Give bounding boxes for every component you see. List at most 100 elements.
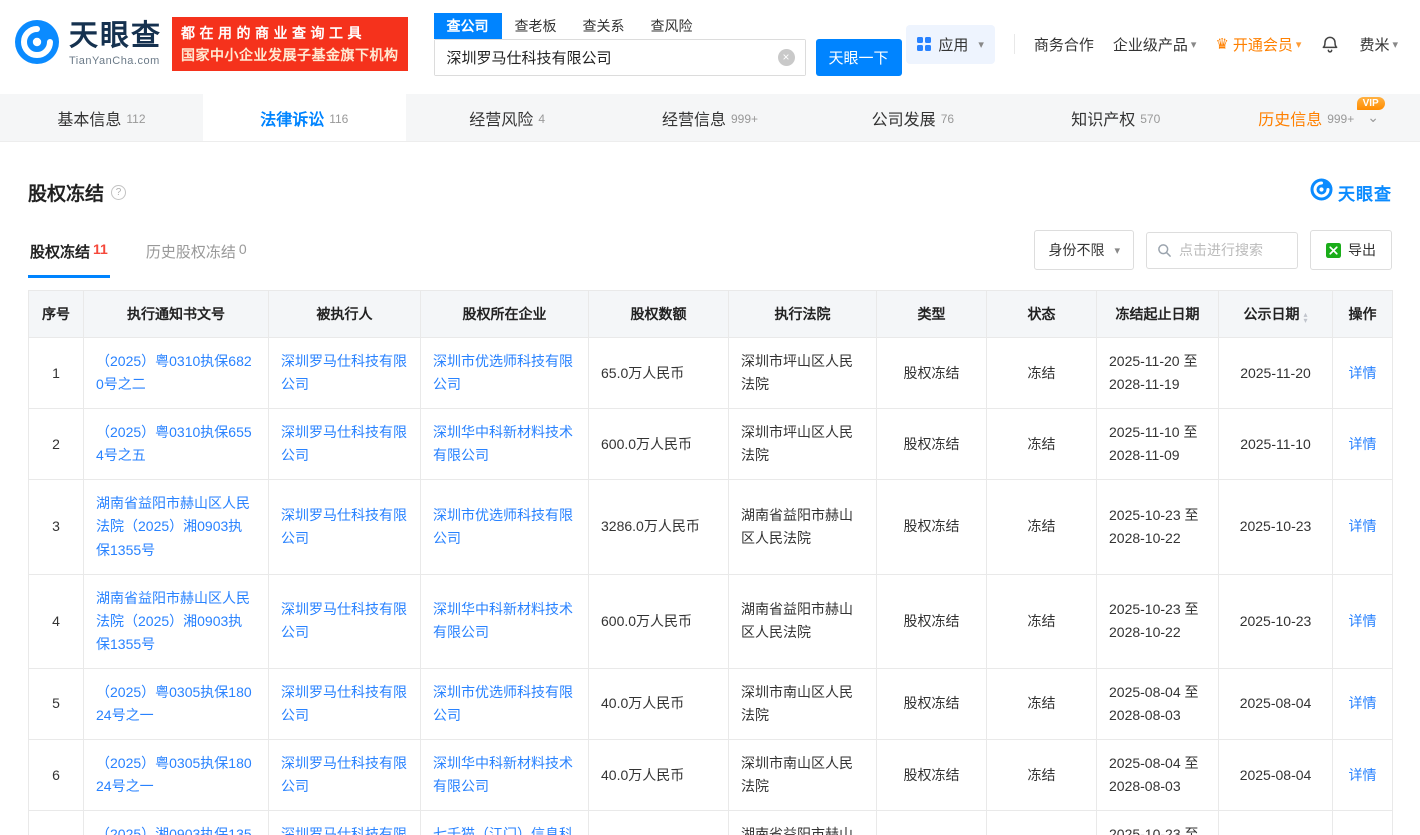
equity-company-link[interactable]: 深圳华中科新材料技术有限公司 <box>433 755 573 794</box>
equity-company-link[interactable]: 深圳华中科新材料技术有限公司 <box>433 424 573 463</box>
detail-link[interactable]: 详情 <box>1349 518 1377 534</box>
apps-menu[interactable]: 应用 ▾ <box>906 25 995 64</box>
nav-business-cooperation[interactable]: 商务合作 <box>1034 34 1094 55</box>
notice-number-link[interactable]: （2025）湘0903执保1355号 <box>96 826 252 835</box>
freeze-status: 冻结 <box>987 338 1097 409</box>
tianyancha-logo[interactable]: 天眼查 TianYanCha.com <box>14 19 162 70</box>
detail-link[interactable]: 详情 <box>1349 365 1377 381</box>
search-area: 查公司查老板查关系查风险 × 天眼一下 <box>434 13 902 76</box>
equity-freeze-table: 序号执行通知书文号被执行人股权所在企业股权数额执行法院类型状态冻结起止日期公示日… <box>28 290 1393 835</box>
column-header: 执行通知书文号 <box>84 291 269 338</box>
publish-date: 2025-08-04 <box>1219 740 1333 811</box>
notice-number-link[interactable]: （2025）粤0305执保18024号之一 <box>96 684 252 723</box>
notice-number-link[interactable]: 湖南省益阳市赫山区人民法院（2025）湘0903执保1355号 <box>96 590 250 652</box>
search-tab[interactable]: 查关系 <box>570 13 638 39</box>
bell-icon[interactable] <box>1320 34 1340 54</box>
export-button[interactable]: 导出 <box>1310 230 1392 270</box>
court-name: 深圳市坪山区人民法院 <box>729 338 877 409</box>
freeze-status: 冻结 <box>987 409 1097 480</box>
detail-link[interactable]: 详情 <box>1349 436 1377 452</box>
search-button[interactable]: 天眼一下 <box>816 39 902 76</box>
freeze-subtabs: 股权冻结11 历史股权冻结0 <box>28 233 249 278</box>
court-name: 湖南省益阳市赫山区人民法院 <box>729 574 877 668</box>
executed-party-link[interactable]: 深圳罗马仕科技有限公司 <box>281 826 407 835</box>
table-row: 6 （2025）粤0305执保18024号之一深圳罗马仕科技有限公司深圳华中科新材… <box>29 740 1393 811</box>
main-tab[interactable]: 经营信息999+ <box>609 94 812 141</box>
detail-link[interactable]: 详情 <box>1349 613 1377 629</box>
main-tab[interactable]: 经营风险4 <box>406 94 609 141</box>
nav-open-vip[interactable]: ♛ 开通会员 ▾ <box>1215 34 1301 55</box>
username-label: 费米 <box>1359 34 1389 55</box>
table-controls: 身份不限 ▾ 导出 <box>1034 230 1392 278</box>
identity-filter-dropdown[interactable]: 身份不限 ▾ <box>1034 230 1134 270</box>
search-tab[interactable]: 查公司 <box>434 13 502 39</box>
table-cell: 深圳罗马仕科技有限公司 <box>269 480 421 574</box>
executed-party-link[interactable]: 深圳罗马仕科技有限公司 <box>281 755 407 794</box>
row-index: 5 <box>29 668 84 739</box>
equity-amount: 40.0万人民币 <box>589 740 729 811</box>
main-tab[interactable]: 知识产权570 <box>1014 94 1217 141</box>
sort-icon[interactable]: ▴▾ <box>1303 312 1307 324</box>
main-tab[interactable]: 法律诉讼116 <box>203 94 406 141</box>
notice-number-link[interactable]: （2025）粤0310执保6820号之二 <box>96 353 252 392</box>
table-search-box[interactable] <box>1146 232 1298 269</box>
equity-amount: 65.0万人民币 <box>589 338 729 409</box>
table-cell: 详情 <box>1333 480 1393 574</box>
main-tab-count: 570 <box>1140 112 1160 126</box>
equity-company-link[interactable]: 深圳市优选师科技有限公司 <box>433 353 573 392</box>
executed-party-link[interactable]: 深圳罗马仕科技有限公司 <box>281 507 407 546</box>
freeze-status: 冻结 <box>987 574 1097 668</box>
table-cell: 深圳罗马仕科技有限公司 <box>269 338 421 409</box>
executed-party-link[interactable]: 深圳罗马仕科技有限公司 <box>281 424 407 463</box>
subtab-label: 历史股权冻结 <box>146 241 236 265</box>
clear-icon[interactable]: × <box>778 49 795 66</box>
chevron-down-icon: ▾ <box>1114 244 1120 257</box>
column-header: 股权数额 <box>589 291 729 338</box>
table-row: 7 （2025）湘0903执保1355号 深圳罗马仕科技有限公司 七千猫（江门）信息科… <box>29 811 1393 835</box>
detail-link[interactable]: 详情 <box>1349 695 1377 711</box>
apps-grid-icon <box>917 37 931 51</box>
table-row: 3湖南省益阳市赫山区人民法院（2025）湘0903执保1355号深圳罗马仕科技有… <box>29 480 1393 574</box>
notice-number-link[interactable]: （2025）粤0310执保6554号之五 <box>96 424 252 463</box>
main-tab-bar: 基本信息112法律诉讼116经营风险4经营信息999+公司发展76知识产权570… <box>0 94 1420 142</box>
column-header: 状态 <box>987 291 1097 338</box>
subtab-count: 11 <box>93 241 108 262</box>
user-menu[interactable]: 费米 ▾ <box>1359 34 1398 55</box>
search-input[interactable] <box>435 40 805 75</box>
notice-number-link[interactable]: 湖南省益阳市赫山区人民法院（2025）湘0903执保1355号 <box>96 495 250 557</box>
equity-company-link[interactable]: 深圳市优选师科技有限公司 <box>433 507 573 546</box>
equity-company-link[interactable]: 深圳华中科新材料技术有限公司 <box>433 601 573 640</box>
executed-party-link[interactable]: 深圳罗马仕科技有限公司 <box>281 684 407 723</box>
main-tab[interactable]: 历史信息999+VIP⌄ <box>1217 94 1420 141</box>
vip-badge: VIP <box>1357 97 1385 110</box>
executed-party-link[interactable]: 深圳罗马仕科技有限公司 <box>281 601 407 640</box>
freeze-type: 股权冻结 <box>877 668 987 739</box>
subtab[interactable]: 股权冻结11 <box>28 233 110 278</box>
publish-date: 2025-10-23 <box>1219 480 1333 574</box>
subtab-label: 股权冻结 <box>30 241 90 262</box>
table-row: 5 （2025）粤0305执保18024号之一深圳罗马仕科技有限公司深圳市优选师科… <box>29 668 1393 739</box>
table-search-input[interactable] <box>1179 242 1287 258</box>
tianyancha-logo-icon <box>1310 178 1333 206</box>
detail-link[interactable]: 详情 <box>1349 767 1377 783</box>
equity-company-link[interactable]: 七千猫（江门）信息科技有限公司 <box>433 826 573 835</box>
main-tab[interactable]: 基本信息112 <box>0 94 203 141</box>
search-tab[interactable]: 查老板 <box>502 13 570 39</box>
search-tab[interactable]: 查风险 <box>638 13 706 39</box>
equity-company-link[interactable]: 深圳市优选师科技有限公司 <box>433 684 573 723</box>
publish-date: - <box>1219 811 1333 835</box>
table-row: 1（2025）粤0310执保6820号之二深圳罗马仕科技有限公司深圳市优选师科技… <box>29 338 1393 409</box>
subtab[interactable]: 历史股权冻结0 <box>144 233 249 278</box>
column-header: 序号 <box>29 291 84 338</box>
main-tab-count: 116 <box>329 112 348 126</box>
main-tab[interactable]: 公司发展76 <box>811 94 1014 141</box>
table-cell: 深圳市优选师科技有限公司 <box>421 338 589 409</box>
row-index: 7 <box>29 811 84 835</box>
subtab-count: 0 <box>239 241 247 265</box>
executed-party-link[interactable]: 深圳罗马仕科技有限公司 <box>281 353 407 392</box>
help-icon[interactable]: ? <box>111 185 126 200</box>
row-index: 6 <box>29 740 84 811</box>
nav-enterprise-products[interactable]: 企业级产品 ▾ <box>1113 34 1197 55</box>
column-header[interactable]: 公示日期▴▾ <box>1219 291 1333 338</box>
notice-number-link[interactable]: （2025）粤0305执保18024号之一 <box>96 755 252 794</box>
